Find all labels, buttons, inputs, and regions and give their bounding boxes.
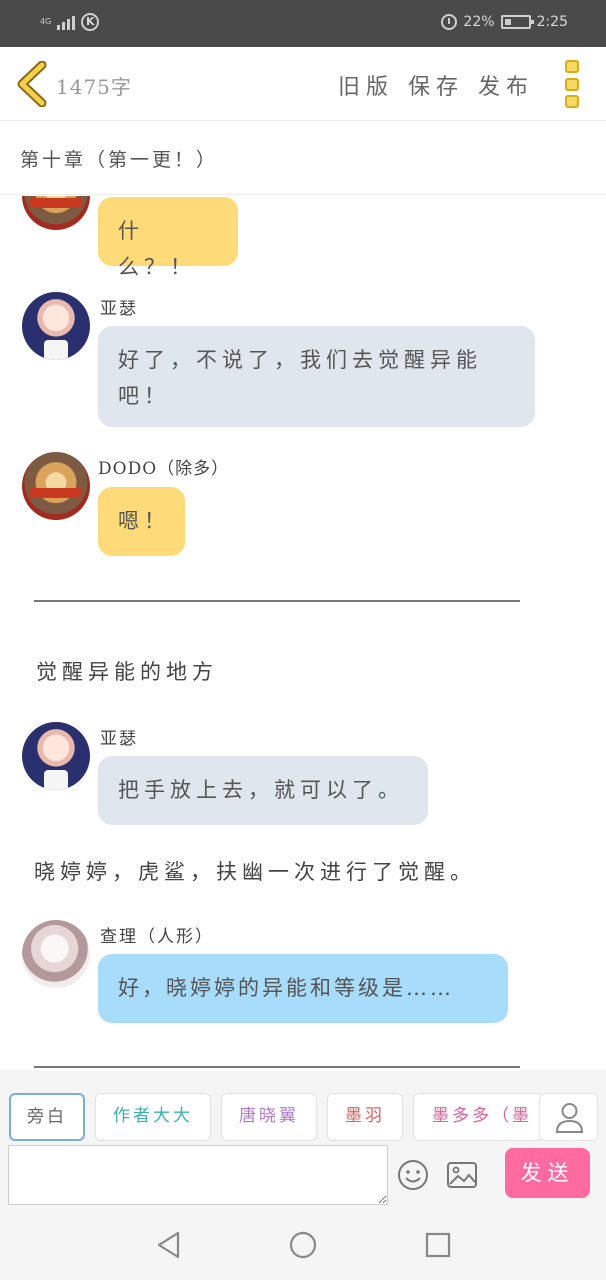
avatar-dodo[interactable] (22, 452, 90, 520)
old-version-button[interactable]: 旧版 (338, 69, 394, 101)
speaker-name: 亚瑟 (100, 299, 138, 319)
person-icon (555, 1103, 584, 1133)
avatar-charlie[interactable] (22, 920, 90, 988)
home-circle-icon[interactable] (288, 1230, 318, 1260)
avatar-dodo[interactable] (22, 196, 90, 230)
chapter-title[interactable]: 第十章（第一更！） (20, 145, 218, 172)
clock: 2:25 (536, 14, 568, 30)
message-bubble[interactable]: 好了，不说了，我们去觉醒异能 吧！ (98, 326, 535, 427)
chapter-bar[interactable]: 第十章（第一更！） (0, 121, 606, 195)
role-tab-author[interactable]: 作者大大 (95, 1093, 211, 1141)
word-count: 1475字 (56, 75, 132, 99)
battery-percent: 22% (463, 14, 495, 30)
input-area: 旁白 作者大大 唐晓翼 墨羽 墨多多（墨 发送 (0, 1070, 606, 1210)
publish-button[interactable]: 发布 (478, 69, 534, 101)
back-triangle-icon[interactable] (154, 1230, 184, 1260)
avatar-arthur[interactable] (22, 292, 90, 360)
recents-square-icon[interactable] (423, 1230, 453, 1260)
chat-area[interactable]: 什么？！ 亚瑟 好了，不说了，我们去觉醒异能 吧！ DODO（除多） 嗯！ 觉醒… (0, 196, 606, 1070)
divider-line (34, 600, 520, 602)
status-left: 4G K (40, 13, 100, 31)
role-tab-moyu[interactable]: 墨羽 (327, 1093, 403, 1141)
narration-text[interactable]: 晓婷婷，虎鲨，扶幽一次进行了觉醒。 (34, 856, 476, 886)
role-manager-button[interactable] (539, 1093, 598, 1141)
message-bubble[interactable]: 什么？！ (98, 197, 238, 279)
editor-toolbar: 1475字 旧版 保存 发布 (0, 47, 606, 121)
more-menu-icon[interactable] (565, 60, 581, 108)
battery-icon (500, 15, 534, 29)
role-tab-mo-duoduo[interactable]: 墨多多（墨 (413, 1093, 543, 1141)
message-bubble[interactable]: 把手放上去，就可以了。 (98, 756, 428, 825)
role-label: 唐晓翼 (239, 1106, 299, 1126)
emoji-icon[interactable] (397, 1159, 429, 1191)
network-type: 4G (40, 17, 52, 26)
status-bar: 4G K 22% 2:25 (0, 0, 606, 47)
message-input[interactable] (8, 1145, 388, 1205)
alarm-icon (441, 14, 458, 30)
role-label: 作者大大 (113, 1106, 193, 1126)
message-line: 吧！ (118, 384, 170, 408)
message-bubble[interactable]: 嗯！ (98, 487, 185, 556)
status-right: 22% 2:25 (441, 14, 568, 30)
role-label: 墨羽 (345, 1106, 385, 1126)
role-tab-narrator[interactable]: 旁白 (9, 1093, 85, 1141)
role-label: 墨多多（墨 (432, 1106, 532, 1126)
narration-text[interactable]: 觉醒异能的地方 (36, 656, 218, 686)
role-label: 旁白 (27, 1107, 67, 1127)
speaker-name: 亚瑟 (100, 729, 138, 749)
k-app-icon: K (81, 13, 100, 31)
send-button[interactable]: 发送 (505, 1148, 590, 1198)
back-arrow-icon[interactable] (16, 61, 48, 107)
message-bubble[interactable]: 好，晓婷婷的异能和等级是…… (98, 954, 508, 1023)
signal-icon (57, 14, 76, 30)
speaker-name: 查理（人形） (100, 927, 214, 947)
role-tab-tang-xiaoyi[interactable]: 唐晓翼 (221, 1093, 317, 1141)
save-button[interactable]: 保存 (408, 69, 464, 101)
message-line: 好了，不说了，我们去觉醒异能 (118, 348, 482, 372)
system-nav-bar (0, 1210, 606, 1280)
speaker-name: DODO（除多） (98, 459, 230, 479)
divider-line (34, 1066, 520, 1068)
avatar-arthur[interactable] (22, 722, 90, 790)
image-icon[interactable] (446, 1161, 478, 1189)
